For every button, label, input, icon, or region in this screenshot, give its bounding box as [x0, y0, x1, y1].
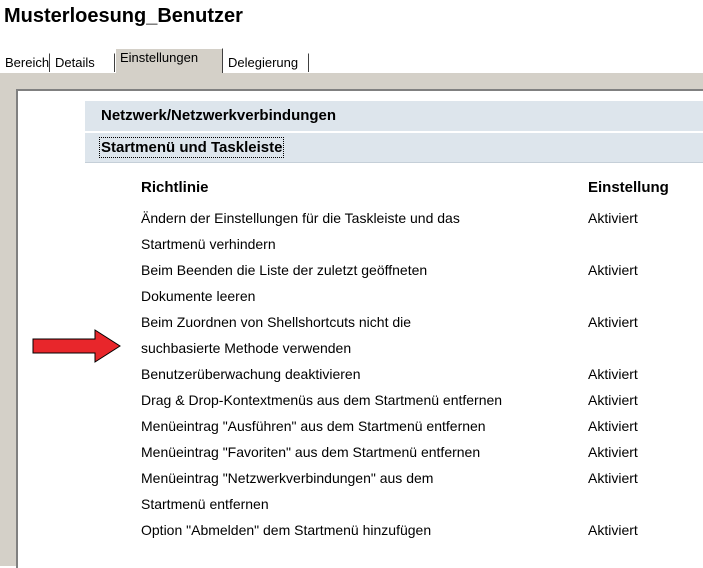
section-startmenue[interactable]: Startmenü und Taskleiste — [85, 133, 703, 163]
policy-setting: Aktiviert — [588, 366, 638, 382]
policy-name: Beim Beenden die Liste der zuletzt geöff… — [141, 262, 428, 278]
policy-name: Option "Abmelden" dem Startmenü hinzufüg… — [141, 522, 432, 538]
tab-label: Details — [55, 55, 95, 70]
policy-setting: Aktiviert — [588, 470, 638, 486]
policy-setting: Aktiviert — [588, 522, 638, 538]
section-label: Startmenü und Taskleiste — [98, 137, 285, 158]
column-header-setting: Einstellung — [588, 179, 669, 196]
policy-name: Menüeintrag "Ausführen" aus dem Startmen… — [141, 418, 486, 434]
policy-name: Ändern der Einstellungen für die Tasklei… — [141, 210, 460, 226]
tab-panel: Netzwerk/Netzwerkverbindungen Startmenü … — [0, 72, 703, 568]
policy-name: Menüeintrag "Favoriten" aus dem Startmen… — [141, 444, 481, 460]
policy-name: Startmenü entfernen — [141, 496, 269, 512]
section-label: Netzwerk/Netzwerkverbindungen — [101, 107, 337, 124]
policy-name: Drag & Drop-Kontextmenüs aus dem Startme… — [141, 392, 503, 408]
policy-name: Startmenü verhindern — [141, 236, 276, 252]
policy-name: Menüeintrag "Netzwerkverbindungen" aus d… — [141, 470, 434, 486]
policy-setting: Aktiviert — [588, 210, 638, 226]
tab-details[interactable]: Details — [50, 53, 115, 72]
policy-name: suchbasierte Methode verwenden — [141, 340, 352, 356]
column-header-policy: Richtlinie — [141, 179, 209, 196]
policy-name: Dokumente leeren — [141, 288, 256, 304]
tab-delegierung[interactable]: Delegierung — [223, 53, 309, 72]
policy-setting: Aktiviert — [588, 392, 638, 408]
tab-label: Bereich — [5, 55, 50, 70]
tab-bereich[interactable]: Bereich — [0, 53, 50, 72]
section-netzwerk[interactable]: Netzwerk/Netzwerkverbindungen — [85, 101, 703, 131]
policy-setting: Aktiviert — [588, 314, 638, 330]
right-arrow-icon — [32, 329, 121, 363]
policy-name: Benutzerüberwachung deaktivieren — [141, 366, 361, 382]
policy-setting: Aktiviert — [588, 444, 638, 460]
window-title: Musterloesung_Benutzer — [4, 5, 243, 27]
tab-strip: Bereich Details Einstellungen Delegierun… — [0, 48, 703, 73]
tab-einstellungen[interactable]: Einstellungen — [115, 48, 223, 73]
policy-name: Beim Zuordnen von Shellshortcuts nicht d… — [141, 314, 412, 330]
tab-label: Einstellungen — [120, 50, 199, 65]
policy-setting: Aktiviert — [588, 262, 638, 278]
policy-setting: Aktiviert — [588, 418, 638, 434]
tab-label: Delegierung — [228, 55, 299, 70]
